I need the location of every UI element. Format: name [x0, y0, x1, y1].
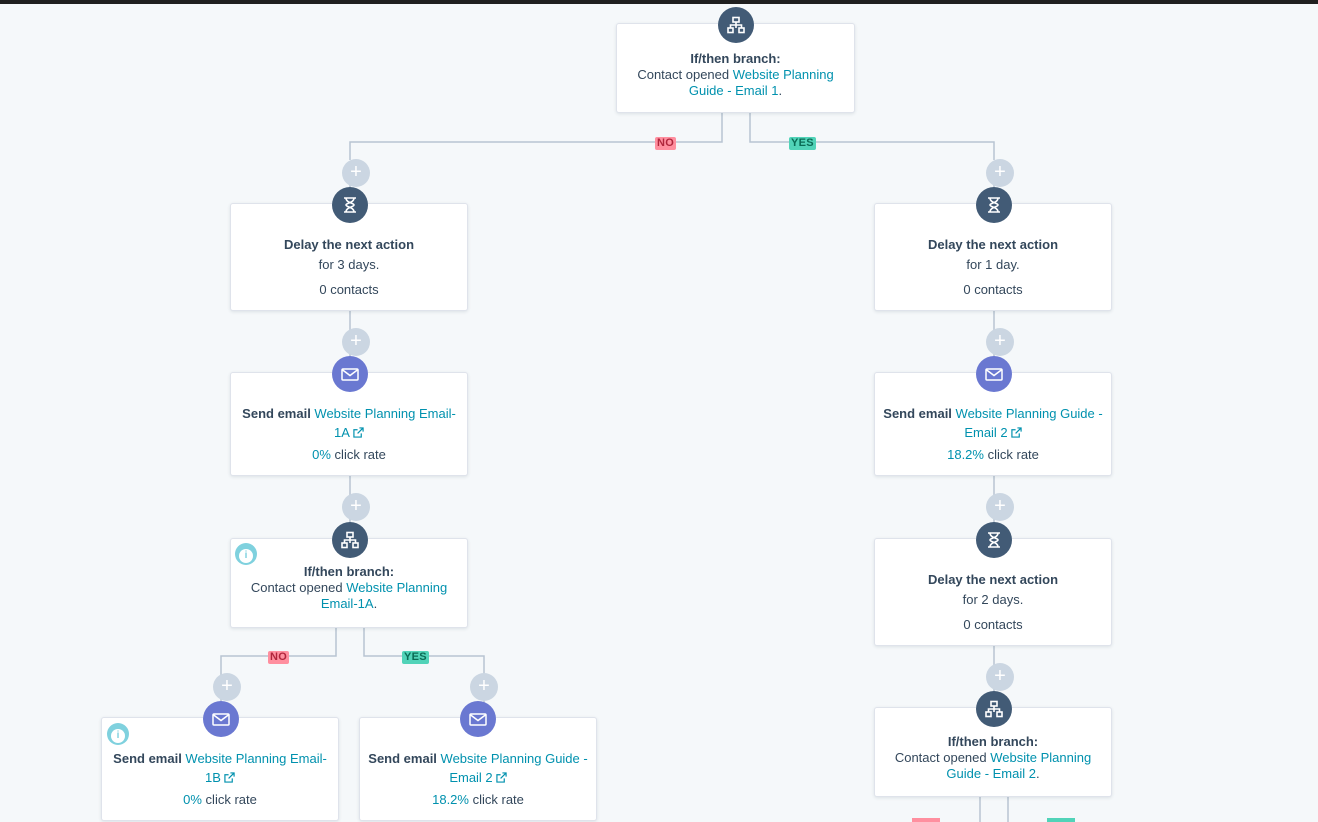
workflow-connectors [220, 112, 1075, 822]
period: . [373, 596, 378, 611]
add-action-button[interactable]: + [342, 328, 370, 356]
contacts-count: 0 contacts [963, 282, 1023, 297]
delay-detail: for 1 day. [966, 257, 1020, 272]
send-email-label: Send email [242, 406, 315, 421]
period: . [778, 83, 783, 98]
click-rate-value: 18.2% [432, 792, 469, 807]
no-branch-label: NO [655, 137, 677, 150]
branch-icon [718, 7, 754, 43]
delay-detail: for 3 days. [318, 257, 380, 272]
yes-branch-label: YES [789, 137, 816, 150]
email-link[interactable]: Website Planning Guide - [441, 751, 588, 766]
branch-icon [976, 691, 1012, 727]
click-rate-value: 0% [312, 447, 331, 462]
click-rate-label: click rate [468, 792, 524, 807]
click-rate-label: click rate [330, 447, 386, 462]
branch-title: If/then branch: [303, 564, 395, 579]
send-email-label: Send email [368, 751, 441, 766]
branch-email-link-cont[interactable]: Guide - Email 2 [946, 766, 1036, 781]
hourglass-icon [332, 187, 368, 223]
branch-condition-text: Contact opened [894, 750, 991, 765]
hourglass-icon [976, 187, 1012, 223]
envelope-icon [976, 356, 1012, 392]
add-action-button[interactable]: + [986, 663, 1014, 691]
branch-icon [332, 522, 368, 558]
external-link-icon[interactable] [353, 427, 364, 438]
branch-email-link[interactable]: Website Planning [346, 580, 447, 595]
envelope-icon [332, 356, 368, 392]
click-rate-label: click rate [983, 447, 1039, 462]
envelope-icon [203, 701, 239, 737]
info-glyph: i [111, 729, 125, 743]
branch-email-link-cont[interactable]: Guide - Email 1 [689, 83, 779, 98]
delay-title: Delay the next action [927, 572, 1059, 587]
email-link-cont[interactable]: Email 2 [964, 425, 1007, 440]
contacts-count: 0 contacts [319, 282, 379, 297]
delay-detail: for 2 days. [962, 592, 1024, 607]
info-icon[interactable]: i [235, 543, 257, 565]
contacts-count: 0 contacts [963, 617, 1023, 632]
add-action-button[interactable]: + [986, 159, 1014, 187]
email-link-cont[interactable]: 1A [334, 425, 350, 440]
email-link[interactable]: Website Planning Email- [314, 406, 455, 421]
email-link-cont[interactable]: Email 2 [449, 770, 492, 785]
branch-title: If/then branch: [690, 51, 781, 66]
external-link-icon[interactable] [224, 772, 235, 783]
email-link[interactable]: Website Planning Email- [185, 751, 326, 766]
add-action-button[interactable]: + [213, 673, 241, 701]
branch-email-link[interactable]: Website Planning [733, 67, 834, 82]
yes-branch-label: YES [402, 651, 429, 664]
send-email-label: Send email [883, 406, 956, 421]
add-action-button[interactable]: + [986, 493, 1014, 521]
envelope-icon [460, 701, 496, 737]
click-rate-value: 18.2% [947, 447, 984, 462]
click-rate-value: 0% [183, 792, 202, 807]
send-email-label: Send email [113, 751, 186, 766]
external-link-icon[interactable] [495, 772, 507, 783]
branch-condition-text: Contact opened [637, 67, 733, 82]
email-link-cont[interactable]: 1B [205, 770, 221, 785]
add-action-button[interactable]: + [986, 328, 1014, 356]
add-action-button[interactable]: + [470, 673, 498, 701]
add-action-button[interactable]: + [342, 159, 370, 187]
email-link[interactable]: Website Planning Guide - [956, 406, 1103, 421]
external-link-icon[interactable] [1010, 427, 1022, 438]
add-action-button[interactable]: + [342, 493, 370, 521]
no-branch-label: NO [268, 651, 290, 664]
info-glyph: i [239, 549, 253, 563]
delay-title: Delay the next action [283, 237, 415, 252]
branch-condition-text: Contact opened [250, 580, 347, 595]
delay-title: Delay the next action [927, 237, 1059, 252]
click-rate-label: click rate [201, 792, 257, 807]
hourglass-icon [976, 522, 1012, 558]
period: . [1035, 766, 1040, 781]
info-icon[interactable]: i [107, 723, 129, 745]
branch-email-link[interactable]: Website Planning [990, 750, 1091, 765]
branch-email-link-cont[interactable]: Email-1A [321, 596, 374, 611]
branch-title: If/then branch: [947, 734, 1039, 749]
